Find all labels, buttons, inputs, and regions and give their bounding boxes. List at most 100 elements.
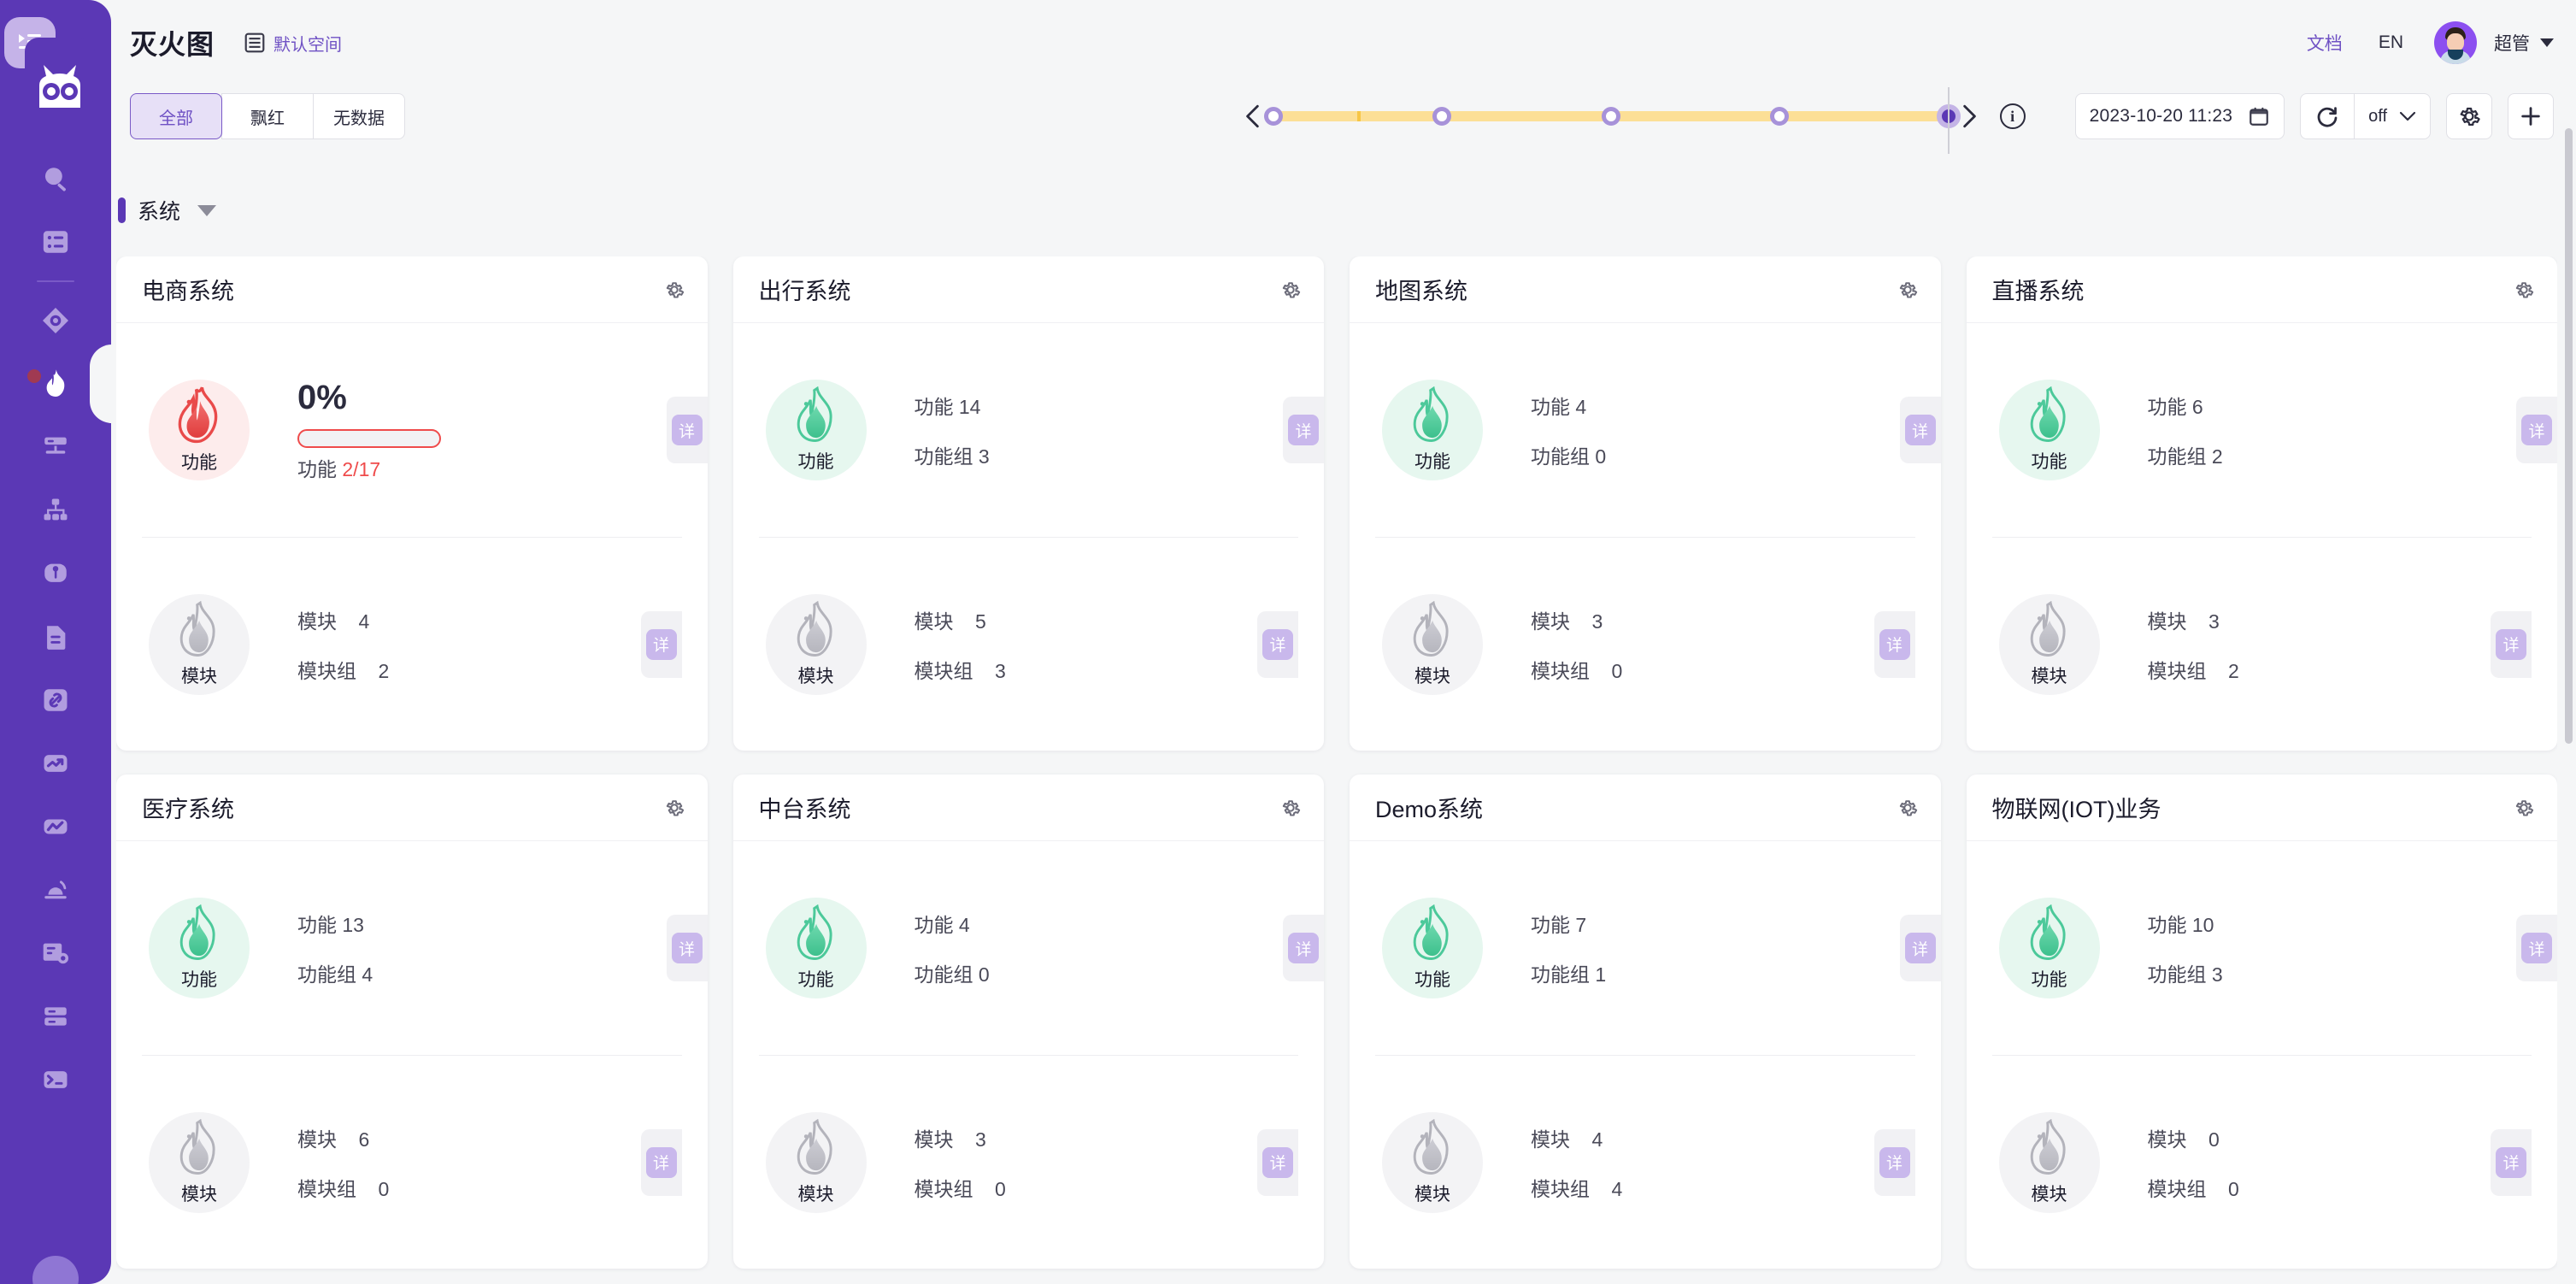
page-scrollbar[interactable] <box>2565 128 2573 1240</box>
list-panel-icon <box>244 32 265 53</box>
tab-alert[interactable]: 飘红 <box>221 93 314 139</box>
detail-tab-button[interactable]: 详 <box>2516 397 2557 463</box>
detail-tab-button[interactable]: 详 <box>1283 915 1324 981</box>
feature-badge: 功能 <box>149 898 250 998</box>
system-card[interactable]: 地图系统 功能 功能 4 功能组 0 详 模块 模块 3 模块组 0 详 <box>1350 256 1941 751</box>
refresh-interval-select[interactable]: off <box>2354 93 2431 139</box>
detail-tab-label: 详 <box>2521 933 2552 963</box>
card-settings-button[interactable] <box>1897 797 1919 819</box>
feature-badge-label: 功能 <box>1414 970 1450 990</box>
detail-tab-button[interactable]: 详 <box>640 1128 682 1196</box>
detail-tab-button[interactable]: 详 <box>1283 397 1324 463</box>
space-selector[interactable]: 默认空间 <box>244 31 342 56</box>
module-badge-label: 模块 <box>181 666 217 686</box>
timeline-track[interactable] <box>1263 104 1961 128</box>
avatar[interactable] <box>2434 21 2477 64</box>
timeline-next-button[interactable] <box>1957 104 1981 128</box>
module-stat-row: 模块组 0 <box>297 1177 390 1200</box>
system-card[interactable]: 直播系统 功能 功能 6 功能组 2 详 模块 模块 3 模块组 2 详 <box>1966 256 2557 751</box>
card-settings-button[interactable] <box>663 797 685 819</box>
filter-tabs: 全部 飘红 无数据 <box>130 93 405 139</box>
card-settings-button[interactable] <box>2513 279 2535 301</box>
system-card[interactable]: 物联网(IOT)业务 功能 功能 10 功能组 3 详 模块 模块 0 模块组 … <box>1966 775 2557 1269</box>
timeline-marker[interactable] <box>1601 107 1620 126</box>
card-settings-button[interactable] <box>663 279 685 301</box>
detail-tab-button[interactable]: 详 <box>1873 1128 1915 1196</box>
timeline-marker[interactable] <box>1770 107 1790 126</box>
tab-nodata[interactable]: 无数据 <box>313 93 405 139</box>
detail-tab-button[interactable]: 详 <box>640 610 682 678</box>
refresh-button[interactable] <box>2300 93 2355 139</box>
flame-droplet-icon <box>1413 600 1449 657</box>
tab-all[interactable]: 全部 <box>130 93 222 139</box>
detail-tab-button[interactable]: 详 <box>1257 1128 1298 1196</box>
gear-icon <box>2515 799 2534 816</box>
sidebar-item-linechart[interactable] <box>0 795 111 858</box>
sidebar-item-database[interactable] <box>0 985 111 1048</box>
language-switch[interactable]: EN <box>2379 32 2403 53</box>
module-badge-label: 模块 <box>2031 1184 2067 1204</box>
system-card[interactable]: 出行系统 功能 功能 14 功能组 3 详 模块 模块 5 模块组 3 详 <box>732 256 1324 751</box>
detail-tab-button[interactable]: 详 <box>1899 915 1941 981</box>
module-badge-label: 模块 <box>1414 666 1450 686</box>
user-name[interactable]: 超管 <box>2494 30 2530 56</box>
feature-alert-count: 功能 2/17 <box>297 457 381 480</box>
sidebar-item-firemap[interactable] <box>0 352 111 415</box>
sidebar-item-server[interactable] <box>0 415 111 479</box>
detail-tab-button[interactable]: 详 <box>1873 610 1915 678</box>
timeline-prev-button[interactable] <box>1241 104 1265 128</box>
card-title: 电商系统 <box>142 279 234 304</box>
detail-tab-button[interactable]: 详 <box>2491 610 2532 678</box>
chevron-down-icon <box>2399 111 2416 121</box>
module-stats: 模块 6 模块组 0 <box>297 1123 389 1202</box>
scrollbar-thumb[interactable] <box>2565 128 2573 744</box>
system-card[interactable]: 电商系统 功能 0% 功能 2/17 详 模块 模块 4 模块组 2 详 <box>116 256 708 751</box>
sidebar-item-alert[interactable] <box>0 858 111 922</box>
sidebar-item-trend[interactable] <box>0 732 111 795</box>
card-title: 出行系统 <box>758 279 851 304</box>
settings-button[interactable] <box>2446 93 2492 139</box>
system-card[interactable]: 中台系统 功能 功能 4 功能组 0 详 模块 模块 3 模块组 0 详 <box>732 775 1324 1269</box>
timeline-marker[interactable] <box>1432 107 1452 126</box>
feature-stats: 功能 10 功能组 3 <box>2148 909 2223 987</box>
section-header[interactable]: 系统 <box>118 195 217 226</box>
sidebar-item-logsearch[interactable] <box>0 922 111 985</box>
sidebar-item-link[interactable] <box>0 669 111 732</box>
info-circle-icon[interactable]: i <box>1999 103 2026 129</box>
triangle-down-icon[interactable] <box>197 204 217 216</box>
chevron-down-icon[interactable] <box>2540 38 2554 47</box>
date-picker[interactable]: 2023-10-20 11:23 <box>2074 93 2285 139</box>
module-stat-row: 模块组 0 <box>914 1177 1006 1200</box>
sidebar-item-target[interactable] <box>0 289 111 352</box>
detail-tab-button[interactable]: 详 <box>2516 915 2557 981</box>
add-button[interactable] <box>2508 93 2554 139</box>
module-stat-row: 模块 3 <box>1531 610 1603 633</box>
sidebar-item-terminal[interactable] <box>0 1048 111 1111</box>
feature-stat-row: 功能组 0 <box>1531 445 1607 468</box>
card-settings-button[interactable] <box>2513 797 2535 819</box>
detail-tab-button[interactable]: 详 <box>2491 1128 2532 1196</box>
timeline-current-marker[interactable] <box>1936 104 1961 128</box>
card-settings-button[interactable] <box>1897 279 1919 301</box>
sidebar-item-document[interactable] <box>0 605 111 669</box>
card-settings-button[interactable] <box>1279 279 1302 301</box>
detail-tab-button[interactable]: 详 <box>666 915 708 981</box>
module-badge: 模块 <box>149 593 250 695</box>
detail-tab-button[interactable]: 详 <box>1899 397 1941 463</box>
docs-link[interactable]: 文档 <box>2307 30 2343 56</box>
detail-tab-button[interactable]: 详 <box>666 397 708 463</box>
gear-icon <box>2460 107 2480 127</box>
detail-tab-button[interactable]: 详 <box>1257 610 1298 678</box>
app-logo[interactable] <box>4 17 95 108</box>
system-card[interactable]: Demo系统 功能 功能 7 功能组 1 详 模块 模块 4 模块组 4 详 <box>1350 775 1941 1269</box>
sidebar-item-search[interactable] <box>0 147 111 210</box>
sidebar-item-gauge[interactable] <box>0 542 111 605</box>
sidebar-item-sitemap[interactable] <box>0 479 111 542</box>
card-settings-button[interactable] <box>1279 797 1302 819</box>
system-card[interactable]: 医疗系统 功能 功能 13 功能组 4 详 模块 模块 6 模块组 0 详 <box>116 775 708 1269</box>
timeline-marker[interactable] <box>1263 107 1283 126</box>
sidebar-item-list[interactable] <box>0 210 111 274</box>
bell-icon <box>44 881 67 899</box>
sidebar-avatar[interactable] <box>32 1256 79 1284</box>
module-badge: 模块 <box>1998 593 2100 695</box>
